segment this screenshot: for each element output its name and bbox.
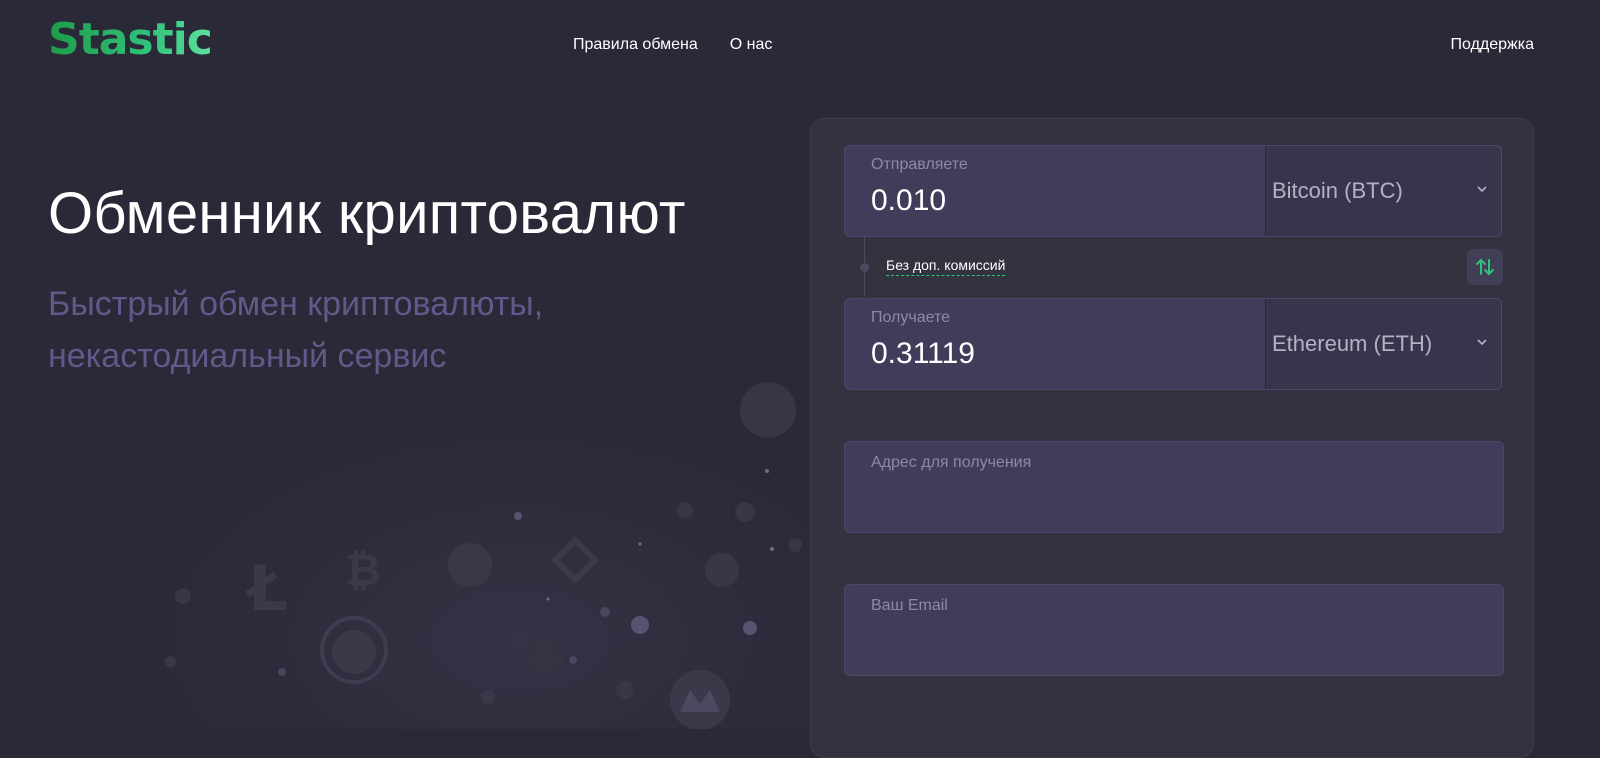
decor-bubble <box>514 512 522 520</box>
exchange-panel: Отправляете 0.010 Bitcoin (BTC) Без доп.… <box>810 118 1534 758</box>
decor-bubble <box>616 681 634 699</box>
send-currency-name: Bitcoin (BTC) <box>1272 178 1403 203</box>
send-label: Отправляете <box>871 156 968 173</box>
email-field[interactable]: Ваш Email <box>844 584 1504 676</box>
dogecoin-icon <box>320 616 388 684</box>
send-field[interactable]: Отправляете 0.010 Bitcoin (BTC) <box>844 145 1502 237</box>
decor-bubble <box>735 502 755 522</box>
receive-label: Получаете <box>871 309 951 326</box>
decor-bubble <box>175 588 191 604</box>
decor-bubble <box>638 542 642 546</box>
decor-bubble <box>481 690 495 704</box>
monero-icon <box>670 670 730 729</box>
chevron-down-icon <box>1477 186 1487 193</box>
litecoin-icon: Ł <box>245 552 288 625</box>
address-label: Адрес для получения <box>871 454 1032 471</box>
send-amount[interactable]: 0.010 <box>871 184 946 218</box>
chevron-down-icon <box>1477 339 1487 346</box>
receive-currency-select[interactable]: Ethereum (ETH) <box>1265 299 1501 389</box>
decor-bubble <box>765 469 769 473</box>
decor-bubble <box>278 668 286 676</box>
decor-bubble <box>743 621 757 635</box>
swap-currencies-button[interactable] <box>1467 249 1503 285</box>
decor-bubble <box>546 597 550 601</box>
decor-bubble <box>788 538 802 552</box>
no-fee-label[interactable]: Без доп. комиссий <box>886 257 1006 276</box>
email-input[interactable] <box>871 625 1475 663</box>
decor-bubble <box>448 543 492 587</box>
swap-arrows-icon <box>1476 259 1494 275</box>
decor-bubble <box>600 607 610 617</box>
ethereum-icon <box>525 632 565 675</box>
decor-bubble <box>164 656 176 668</box>
bitcoin-icon: ₿ <box>345 545 381 596</box>
address-field[interactable]: Адрес для получения <box>844 441 1504 533</box>
nav-item-exchange-rules[interactable]: Правила обмена <box>573 36 698 54</box>
decor-bubble <box>569 656 577 664</box>
hero-title: Обменник криптовалют <box>48 181 686 246</box>
decor-bubble <box>677 502 693 518</box>
support-link[interactable]: Поддержка <box>1451 36 1534 54</box>
decor-bubble <box>770 547 774 551</box>
receive-field[interactable]: Получаете 0.31119 Ethereum (ETH) <box>844 298 1502 390</box>
binance-icon <box>550 535 600 585</box>
send-currency-select[interactable]: Bitcoin (BTC) <box>1265 146 1501 236</box>
receive-currency-name: Ethereum (ETH) <box>1272 331 1433 356</box>
main-nav: Правила обмена О нас <box>573 36 772 54</box>
receive-amount[interactable]: 0.31119 <box>871 337 975 371</box>
nav-item-about[interactable]: О нас <box>730 36 773 54</box>
brand-logo[interactable]: Stastic <box>48 14 213 65</box>
decor-bubble <box>740 382 796 438</box>
field-connector-dot <box>860 263 869 272</box>
email-label: Ваш Email <box>871 597 948 614</box>
decor-bubble <box>705 553 739 587</box>
hero-subtitle: Быстрый обмен криптовалюты, некастодиаль… <box>48 285 544 375</box>
decor-bubble <box>631 616 649 634</box>
address-input[interactable] <box>871 482 1475 520</box>
